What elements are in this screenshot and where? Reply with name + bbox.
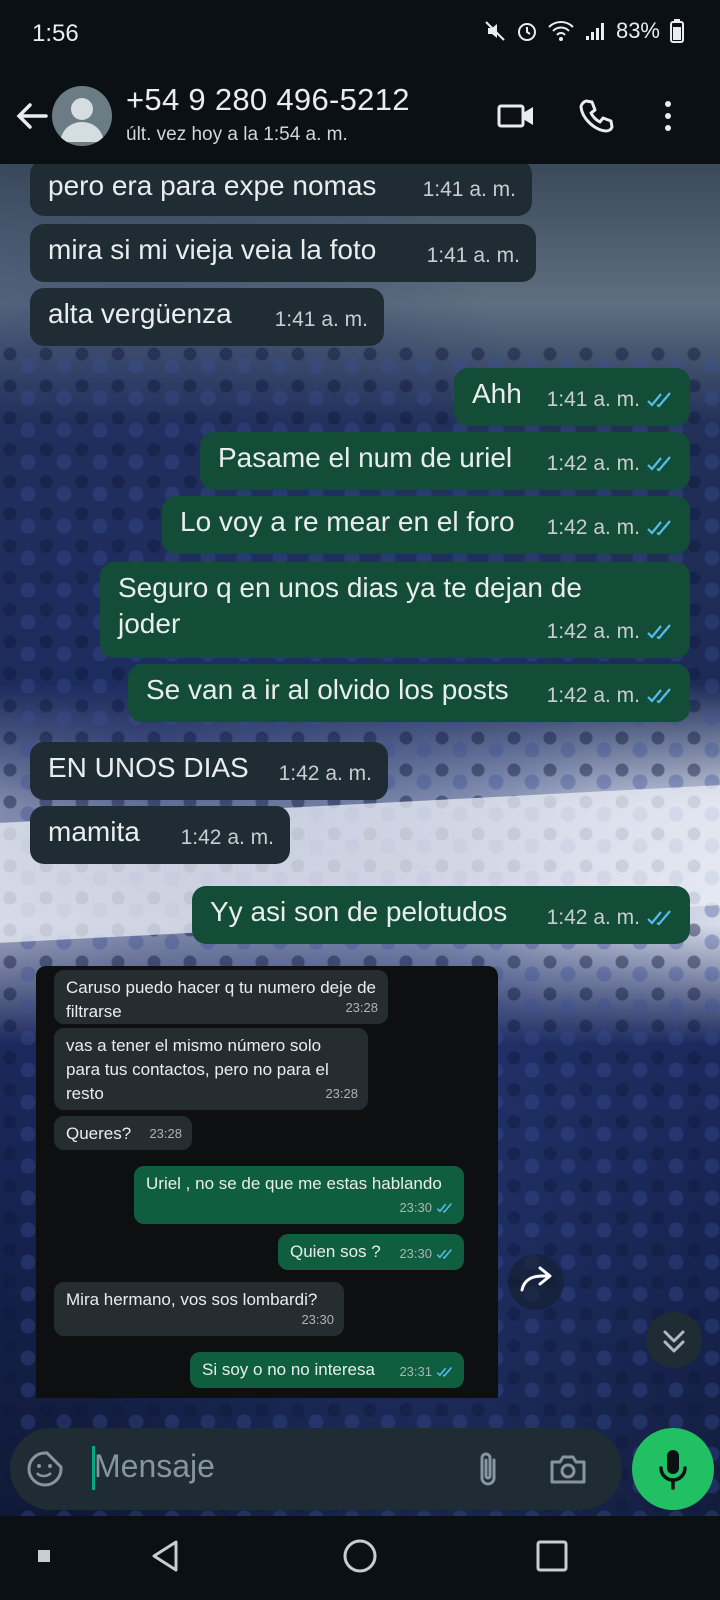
image-message-bubble: vas a tener el mismo número solo para tu… — [54, 1028, 368, 1110]
message-time: 1:41 a. m. — [547, 382, 674, 418]
camera-icon[interactable] — [548, 1450, 588, 1488]
image-message-bubble: Queres? 23:28 — [54, 1116, 192, 1150]
message-time: 1:42 a. m. — [180, 826, 274, 849]
message-input[interactable]: Mensaje — [94, 1448, 215, 1485]
forward-icon — [520, 1266, 552, 1292]
alarm-icon — [517, 23, 536, 41]
image-message-bubble: Quien sos ? 23:30 — [278, 1234, 464, 1270]
message-time: 1:42 a. m. — [547, 510, 674, 546]
battery-percent: 83% — [615, 18, 660, 43]
read-ticks-icon — [436, 1203, 453, 1213]
voice-record-button[interactable] — [632, 1428, 714, 1510]
image-message-text: Caruso puedo hacer q tu numero deje de f… — [66, 978, 376, 1021]
image-message-bubble: Mira hermano, vos sos lombardi? 23:30 — [54, 1282, 344, 1336]
read-ticks-icon — [647, 520, 671, 536]
attach-icon[interactable] — [472, 1450, 506, 1488]
system-nav-bar — [0, 1516, 720, 1600]
image-message-text: Quien sos ? — [290, 1242, 381, 1261]
message-outgoing[interactable]: Ahh 1:41 a. m. — [454, 368, 690, 426]
video-call-icon[interactable] — [496, 96, 536, 136]
read-ticks-icon — [436, 1249, 453, 1259]
message-time: 1:42 a. m. — [278, 762, 372, 785]
avatar-icon — [60, 98, 104, 142]
image-message-time: 23:30 — [399, 1242, 454, 1266]
image-message[interactable]: Caruso puedo hacer q tu numero deje de f… — [36, 966, 498, 1398]
avatar[interactable] — [52, 86, 112, 146]
message-outgoing[interactable]: Seguro q en unos dias ya te dejan de jod… — [100, 562, 690, 658]
sticker-icon[interactable] — [26, 1450, 64, 1488]
battery-icon — [670, 19, 684, 43]
read-ticks-icon — [647, 456, 671, 472]
scroll-down-icon — [663, 1330, 685, 1353]
message-incoming[interactable]: mamita 1:42 a. m. — [30, 806, 290, 864]
read-ticks-icon — [436, 1367, 453, 1377]
message-outgoing[interactable]: Yy asi son de pelotudos 1:42 a. m. — [192, 886, 690, 944]
mute-icon — [485, 21, 505, 41]
image-message-bubble: Si soy o no no interesa 23:31 — [190, 1352, 464, 1388]
read-ticks-icon — [647, 688, 671, 704]
image-message-text: Uriel , no se de que me estas hablando — [146, 1174, 442, 1193]
wifi-icon — [548, 21, 574, 41]
last-seen: últ. vez hoy a la 1:54 a. m. — [126, 124, 348, 145]
image-message-time: 23:30 — [399, 1196, 454, 1220]
message-outgoing[interactable]: Pasame el num de uriel 1:42 a. m. — [200, 432, 690, 490]
message-time: 1:42 a. m. — [547, 446, 674, 482]
status-time: 1:56 — [32, 20, 79, 47]
image-message-time: 23:31 — [399, 1360, 454, 1384]
mic-icon — [659, 1450, 687, 1490]
nav-dot-icon — [38, 1550, 50, 1562]
message-time: 1:42 a. m. — [547, 614, 674, 650]
nav-back-icon[interactable] — [148, 1538, 184, 1574]
status-icons: 83% — [484, 18, 684, 44]
status-bar: 1:56 83% — [0, 0, 720, 68]
image-message-text: vas a tener el mismo número solo para tu… — [66, 1036, 329, 1103]
message-time: 1:41 a. m. — [422, 178, 516, 201]
message-time: 1:41 a. m. — [426, 244, 520, 267]
image-message-time: 23:28 — [325, 1086, 358, 1101]
message-outgoing[interactable]: Se van a ir al olvido los posts 1:42 a. … — [128, 664, 690, 722]
image-message-text: Si soy o no no interesa — [202, 1360, 375, 1379]
forward-button[interactable] — [508, 1254, 564, 1310]
chat-area[interactable]: pero era para expe nomas 1:41 a. m. mira… — [0, 164, 720, 1516]
read-ticks-icon — [647, 624, 671, 640]
read-ticks-icon — [647, 392, 671, 408]
image-message-text: Mira hermano, vos sos lombardi? — [66, 1290, 318, 1309]
more-vert-icon[interactable] — [648, 96, 688, 136]
image-message-time: 23:28 — [149, 1126, 182, 1141]
phone-icon[interactable] — [576, 96, 616, 136]
message-incoming[interactable]: alta vergüenza 1:41 a. m. — [30, 288, 384, 346]
signal-icon — [585, 23, 604, 40]
chat-header: +54 9 280 496-5212 últ. vez hoy a la 1:5… — [0, 68, 720, 164]
message-incoming[interactable]: EN UNOS DIAS 1:42 a. m. — [30, 742, 388, 800]
nav-home-icon[interactable] — [342, 1538, 378, 1574]
image-message-bubble: Caruso puedo hacer q tu numero deje de f… — [54, 970, 388, 1024]
contact-name[interactable]: +54 9 280 496-5212 — [126, 82, 410, 118]
image-message-bubble: Uriel , no se de que me estas hablando 2… — [134, 1166, 464, 1224]
message-incoming[interactable]: mira si mi vieja veia la foto 1:41 a. m. — [30, 224, 536, 282]
message-composer: Mensaje — [10, 1428, 622, 1510]
message-time: 1:42 a. m. — [547, 900, 674, 936]
scroll-down-button[interactable] — [646, 1312, 702, 1368]
nav-recents-icon[interactable] — [534, 1538, 570, 1574]
message-time: 1:41 a. m. — [274, 308, 368, 331]
message-outgoing[interactable]: Lo voy a re mear en el foro 1:42 a. m. — [162, 496, 690, 554]
back-arrow-icon[interactable] — [12, 96, 52, 136]
image-message-time: 23:28 — [345, 1000, 378, 1015]
image-message-time: 23:30 — [301, 1312, 334, 1327]
read-ticks-icon — [647, 910, 671, 926]
message-incoming[interactable]: pero era para expe nomas 1:41 a. m. — [30, 164, 532, 216]
image-message-text: Queres? — [66, 1124, 132, 1143]
message-time: 1:42 a. m. — [547, 678, 674, 714]
